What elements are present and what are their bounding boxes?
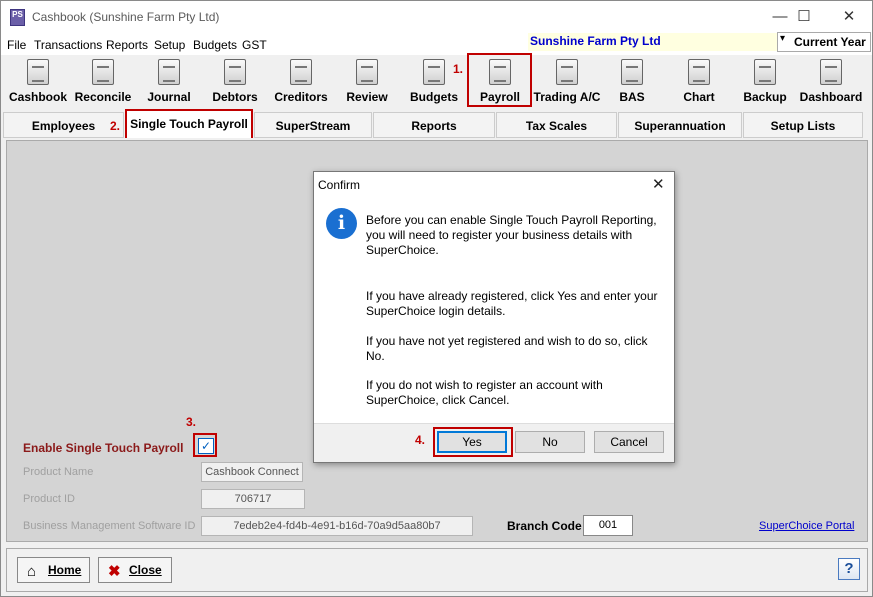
help-button[interactable]: ? (838, 558, 860, 580)
window-title: Cashbook (Sunshine Farm Pty Ltd) (32, 10, 220, 24)
budgets-icon (423, 59, 445, 85)
toolbar-label: Backup (743, 90, 787, 104)
creditors-icon (290, 59, 312, 85)
home-label: Home (48, 563, 82, 577)
info-icon: i (326, 208, 357, 239)
toolbar-label: Trading A/C (533, 90, 601, 104)
toolbar-label: Reconcile (74, 90, 132, 104)
product-id-label: Product ID (23, 493, 75, 505)
menu-budgets[interactable]: Budgets (193, 38, 237, 52)
period-select-value: Current Year (794, 35, 866, 49)
tab-setup-lists[interactable]: Setup Lists (743, 112, 863, 138)
toolbar-label: Debtors (212, 90, 258, 104)
product-name-label: Product Name (23, 466, 94, 478)
step-1-callout: 1. (453, 62, 464, 76)
toolbar-label: Creditors (274, 90, 328, 104)
toolbar-label: Journal (147, 90, 191, 104)
checkmark-icon: ✓ (200, 439, 212, 453)
bas-icon (621, 59, 643, 85)
toolbar-label: Cashbook (8, 90, 67, 104)
tab-bar: Employees Single Touch Payroll SuperStre… (1, 109, 872, 159)
dialog-close-icon[interactable]: ✕ (652, 175, 665, 193)
close-icon: ✖ (108, 563, 121, 580)
branch-code-label: Branch Code (507, 519, 582, 533)
close-label: Close (129, 563, 162, 577)
chevron-down-icon: ▾ (780, 33, 786, 44)
close-button[interactable]: ✖ Close (98, 557, 172, 583)
tab-employees[interactable]: Employees (3, 112, 124, 138)
superchoice-portal-link[interactable]: SuperChoice Portal (759, 520, 854, 532)
toolbar-journal-button[interactable]: Journal (135, 55, 203, 107)
bms-id-label: Business Management Software ID (23, 520, 196, 532)
bms-id-field: 7edeb2e4-fd4b-4e91-b16d-70a9d5aa80b7 (201, 516, 473, 536)
dialog-message-1: Before you can enable Single Touch Payro… (366, 213, 657, 257)
toolbar-trading-button[interactable]: Trading A/C (533, 55, 601, 107)
toolbar-reconcile-button[interactable]: Reconcile (69, 55, 137, 107)
branch-code-input[interactable]: 001 (583, 515, 633, 536)
product-name-field: Cashbook Connect (201, 462, 303, 482)
app-logo-icon: PS (10, 9, 25, 26)
toolbar-label: Budgets (410, 90, 458, 104)
app-window: PS Cashbook (Sunshine Farm Pty Ltd) — ☐ … (0, 0, 873, 597)
toolbar-debtors-button[interactable]: Debtors (201, 55, 269, 107)
product-id-field: 706717 (201, 489, 305, 509)
step-3-callout: 3. (186, 415, 197, 429)
step-2-callout: 2. (110, 119, 121, 133)
menu-setup[interactable]: Setup (154, 38, 185, 52)
enable-stp-checkbox[interactable]: ✓ (198, 438, 214, 454)
step-4-callout: 4. (415, 433, 426, 447)
toolbar-chart-button[interactable]: Chart (665, 55, 733, 107)
backup-icon (754, 59, 776, 85)
home-button[interactable]: ⌂ Home (17, 557, 90, 583)
window-close-button[interactable]: ✕ (826, 1, 872, 33)
tab-reports[interactable]: Reports (373, 112, 495, 138)
dialog-message-3: If you have not yet registered and wish … (366, 334, 648, 363)
dialog-message-2: If you have already registered, click Ye… (366, 289, 658, 318)
cashbook-icon (27, 59, 49, 85)
tab-superannuation-fund[interactable]: Superannuation Fund (618, 112, 742, 159)
dashboard-icon (820, 59, 842, 85)
toolbar-creditors-button[interactable]: Creditors (267, 55, 335, 107)
menu-reports[interactable]: Reports (106, 38, 148, 52)
chart-icon (688, 59, 710, 85)
yes-button[interactable]: Yes (437, 431, 507, 453)
menu-gst[interactable]: GST (242, 38, 267, 52)
reconcile-icon (92, 59, 114, 85)
period-select[interactable]: ▾ Current Year (777, 32, 871, 52)
dialog-title: Confirm (318, 178, 361, 192)
main-toolbar: Cashbook Reconcile Journal Debtors Credi… (1, 55, 872, 107)
dialog-message-4: If you do not wish to register an accoun… (366, 378, 603, 407)
review-icon (356, 59, 378, 85)
toolbar-cashbook-button[interactable]: Cashbook (4, 55, 72, 107)
confirm-dialog: Confirm ✕ i Before you can enable Single… (313, 171, 675, 463)
tab-single-touch-payroll[interactable]: Single Touch Payroll (125, 109, 253, 138)
toolbar-label: Review (346, 90, 388, 104)
title-bar[interactable]: PS Cashbook (Sunshine Farm Pty Ltd) — ☐ … (1, 1, 872, 33)
toolbar-backup-button[interactable]: Backup (731, 55, 799, 107)
toolbar-label: Dashboard (799, 90, 863, 104)
home-icon: ⌂ (27, 563, 37, 580)
toolbar-label: BAS (619, 90, 645, 104)
journal-icon (158, 59, 180, 85)
toolbar-bas-button[interactable]: BAS (598, 55, 666, 107)
toolbar-label: Chart (683, 90, 715, 104)
tab-tax-scales[interactable]: Tax Scales (496, 112, 617, 138)
menu-file[interactable]: File (7, 38, 26, 52)
debtors-icon (224, 59, 246, 85)
enable-stp-label: Enable Single Touch Payroll (23, 441, 184, 455)
menu-transactions[interactable]: Transactions (34, 38, 102, 52)
trading-icon (556, 59, 578, 85)
cancel-button[interactable]: Cancel (594, 431, 664, 453)
toolbar-dashboard-button[interactable]: Dashboard (797, 55, 865, 107)
payroll-highlight (467, 53, 532, 107)
company-name: Sunshine Farm Pty Ltd (528, 33, 778, 51)
toolbar-review-button[interactable]: Review (333, 55, 401, 107)
maximize-button[interactable]: ☐ (781, 1, 827, 33)
no-button[interactable]: No (515, 431, 585, 453)
tab-superstream[interactable]: SuperStream (254, 112, 372, 138)
